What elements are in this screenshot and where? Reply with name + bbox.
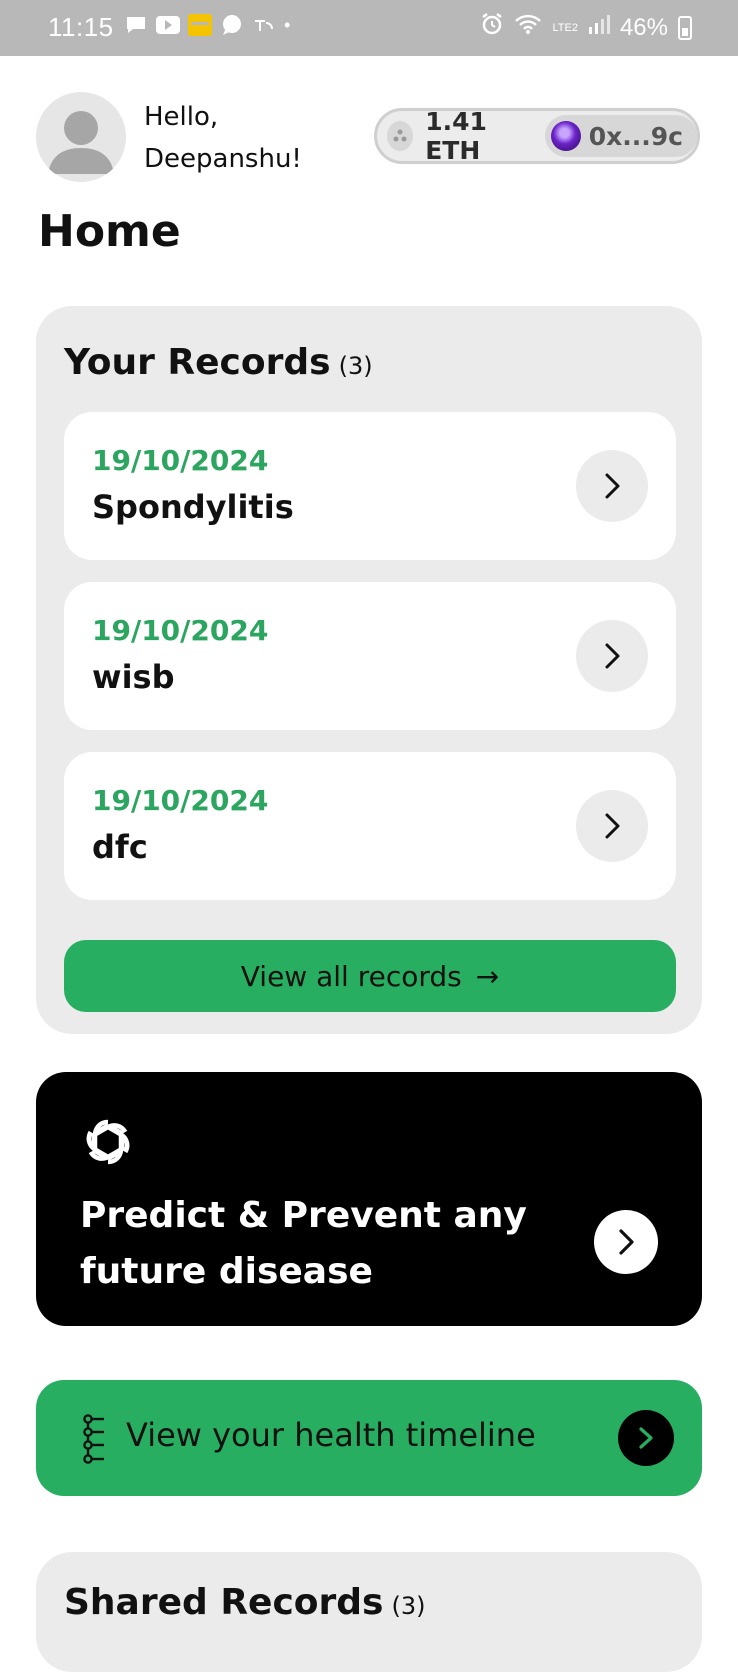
message-icon	[124, 14, 148, 36]
signal-icon	[588, 13, 610, 42]
timeline-icon	[83, 1414, 104, 1464]
page-title: Home	[38, 206, 181, 257]
shared-records-heading: Shared Records (3)	[64, 1582, 425, 1623]
app-badge-icon	[188, 14, 212, 36]
records-heading: Your Records (3)	[64, 342, 373, 383]
record-open-button[interactable]	[576, 620, 648, 692]
more-notifications-dot: •	[284, 14, 291, 35]
record-item[interactable]: 19/10/2024 Spondylitis	[64, 412, 676, 560]
record-open-button[interactable]	[576, 790, 648, 862]
predict-card[interactable]: Predict & Prevent any future disease	[36, 1072, 702, 1326]
arrow-right-icon: →	[475, 959, 500, 993]
records-title: Your Records	[64, 342, 331, 383]
network-type-label: LTE2	[552, 21, 578, 34]
chat-bubble-icon	[220, 14, 244, 36]
wallet-avatar-icon	[550, 121, 581, 151]
avatar[interactable]	[36, 92, 126, 182]
record-open-button[interactable]	[576, 450, 648, 522]
greeting: Hello, Deepanshu!	[144, 96, 302, 180]
youtube-icon	[156, 14, 180, 36]
record-item[interactable]: 19/10/2024 dfc	[64, 752, 676, 900]
battery-percentage: 46%	[619, 13, 668, 41]
predict-go-button[interactable]	[594, 1210, 658, 1274]
shared-records-card: Shared Records (3)	[36, 1552, 702, 1672]
wallet-address-button[interactable]: 0x...9c	[544, 115, 697, 157]
record-date: 19/10/2024	[92, 444, 269, 477]
record-date: 19/10/2024	[92, 784, 269, 817]
chevron-right-icon	[619, 1229, 634, 1255]
chevron-right-icon	[605, 813, 620, 839]
chevron-right-icon	[605, 473, 620, 499]
greeting-username: Deepanshu!	[144, 144, 302, 174]
user-silhouette-icon	[48, 111, 114, 174]
record-name: wisb	[92, 658, 175, 696]
status-time: 11:15	[48, 12, 114, 42]
system-icons: LTE2 46%	[480, 12, 692, 43]
health-timeline-button[interactable]: View your health timeline	[36, 1380, 702, 1496]
record-date: 19/10/2024	[92, 614, 269, 647]
wallet-pill[interactable]: 1.41 ETH 0x...9c	[374, 107, 700, 165]
notification-icons: •	[124, 14, 290, 36]
chevron-right-icon	[605, 643, 620, 669]
view-all-label: View all records	[240, 959, 462, 993]
shared-records-count: (3)	[391, 1592, 426, 1620]
wallet-address: 0x...9c	[588, 121, 683, 151]
status-bar: 11:15 • LTE2 46%	[0, 0, 738, 56]
language-icon	[252, 14, 276, 36]
record-item[interactable]: 19/10/2024 wisb	[64, 582, 676, 730]
chevron-right-icon	[639, 1427, 653, 1449]
alarm-icon	[480, 12, 504, 43]
eth-balance: 1.41 ETH	[425, 107, 487, 165]
shared-records-title: Shared Records	[64, 1582, 384, 1623]
openai-icon	[86, 1119, 130, 1165]
greeting-hello: Hello,	[144, 102, 219, 132]
view-all-records-button[interactable]: View all records →	[64, 940, 676, 1012]
timeline-label: View your health timeline	[126, 1416, 536, 1454]
predict-label: Predict & Prevent any future disease	[80, 1195, 527, 1292]
network-icon	[387, 121, 414, 151]
wifi-icon	[514, 13, 542, 42]
record-name: dfc	[92, 828, 148, 866]
records-count: (3)	[338, 352, 373, 380]
timeline-go-button[interactable]	[618, 1410, 674, 1466]
records-card: Your Records (3) 19/10/2024 Spondylitis 1…	[36, 306, 702, 1034]
battery-icon	[678, 15, 692, 40]
record-name: Spondylitis	[92, 488, 294, 526]
